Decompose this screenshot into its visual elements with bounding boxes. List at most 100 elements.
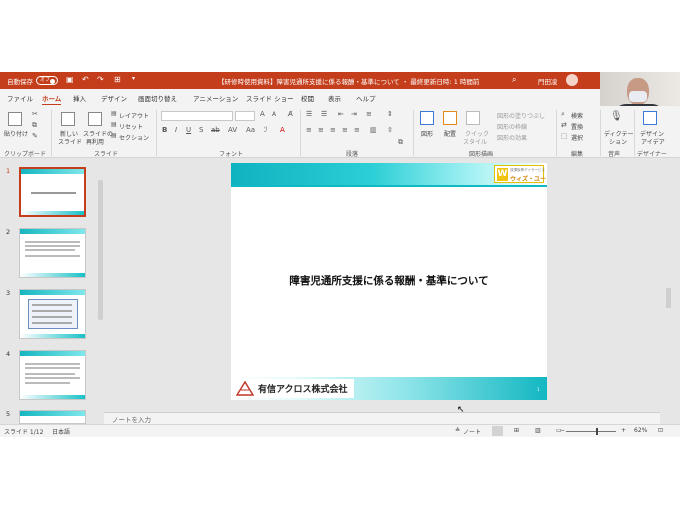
strikethrough-icon[interactable]: ab (211, 126, 220, 134)
increase-indent-icon[interactable]: ⇥ (351, 110, 357, 118)
slide-thumbnail-5[interactable] (19, 410, 86, 424)
decrease-indent-icon[interactable]: ⇤ (338, 110, 344, 118)
tab-file[interactable]: ファイル (7, 93, 33, 103)
autosave-toggle[interactable]: オフ (36, 76, 58, 85)
font-color-icon[interactable]: A (280, 126, 285, 134)
slide-thumbnail-3[interactable] (19, 289, 86, 339)
spacing-icon[interactable]: AV (228, 126, 237, 134)
copy-icon[interactable]: ⧉ (32, 121, 37, 130)
reset-icon[interactable]: ▤ (111, 121, 117, 128)
font-name-combo[interactable] (161, 111, 233, 121)
design-ideas-label-2[interactable]: アイデア (641, 137, 665, 146)
zoom-slider[interactable] (566, 431, 616, 432)
select-button[interactable]: 選択 (571, 133, 583, 142)
highlight-icon[interactable]: ℐ (264, 126, 267, 134)
tab-slideshow[interactable]: スライド ショー (246, 93, 294, 103)
italic-icon[interactable]: I (175, 126, 177, 134)
replace-button[interactable]: 置換 (571, 122, 583, 131)
reuse-slides-label-2[interactable]: 再利用 (86, 137, 104, 146)
bold-icon[interactable]: B (162, 126, 167, 134)
slide-canvas[interactable]: W 放課後等デイサービス ウィズ・ユー 障害児通所支援に係る報酬・基準について … (231, 163, 547, 400)
paste-icon[interactable] (8, 112, 22, 126)
language-indicator[interactable]: 日本語 (52, 427, 70, 436)
section-button[interactable]: セクション (119, 133, 149, 142)
redo-icon[interactable]: ↷ (97, 75, 104, 84)
slide-title[interactable]: 障害児通所支援に係る報酬・基準について (231, 273, 547, 288)
layout-button[interactable]: レイアウト (119, 111, 149, 120)
customize-icon[interactable]: ▾ (132, 75, 135, 82)
slide-thumbnail-4[interactable] (19, 350, 86, 400)
align-text-icon[interactable]: ⇳ (387, 126, 393, 134)
line-spacing-icon[interactable]: ≡ (366, 110, 372, 118)
tab-view[interactable]: 表示 (328, 93, 341, 103)
editor-scrollbar[interactable] (665, 158, 672, 412)
microphone-icon[interactable]: 🎙 (610, 111, 623, 122)
bullets-icon[interactable]: ☰ (306, 110, 312, 118)
dictation-label-2[interactable]: ション (609, 137, 627, 146)
reuse-slides-icon[interactable] (88, 112, 102, 126)
clear-format-icon[interactable]: A̸ (288, 110, 293, 118)
zoom-level[interactable]: 62% (634, 427, 647, 434)
layout-icon[interactable]: ▤ (111, 110, 117, 117)
align-right-icon[interactable]: ≡ (330, 126, 336, 134)
search-icon[interactable]: ⌕ (512, 75, 516, 85)
slide-thumbnail-1[interactable] (19, 167, 86, 217)
quick-style-icon[interactable] (466, 111, 480, 125)
normal-view-icon[interactable] (492, 426, 503, 436)
smartart-icon[interactable]: ⧉ (398, 138, 403, 147)
new-slide-label-2[interactable]: スライド (58, 137, 82, 146)
find-icon[interactable]: ⌕ (561, 110, 565, 119)
reading-view-icon[interactable]: ▥ (535, 427, 541, 434)
format-painter-icon[interactable]: ✎ (32, 132, 38, 140)
arrange-button[interactable]: 配置 (444, 129, 456, 138)
zoom-slider-thumb[interactable] (596, 428, 598, 435)
thumbnail-scrollbar[interactable] (97, 158, 104, 424)
undo-icon[interactable]: ↶ (82, 75, 89, 84)
shape-outline-button[interactable]: 図形の枠線 (497, 122, 527, 131)
distribute-icon[interactable]: ≡ (354, 126, 360, 134)
select-icon[interactable]: ⬚ (561, 132, 568, 140)
notes-pane[interactable]: ノートを入力 (104, 412, 660, 424)
replace-icon[interactable]: ⇄ (561, 121, 567, 129)
shape-icon[interactable] (420, 111, 434, 125)
section-icon[interactable]: ▤ (111, 132, 117, 139)
notes-placeholder[interactable]: ノートを入力 (112, 414, 151, 424)
shadow-icon[interactable]: S (199, 126, 203, 134)
shape-effect-button[interactable]: 図形の効果 (497, 133, 527, 142)
shape-button[interactable]: 図形 (421, 129, 433, 138)
slide-sorter-icon[interactable]: ⊞ (514, 427, 519, 434)
columns-icon[interactable]: ▥ (370, 126, 377, 134)
change-case-icon[interactable]: Aa (246, 126, 255, 134)
tab-home[interactable]: ホーム (42, 93, 62, 105)
underline-icon[interactable]: U (186, 126, 191, 134)
avatar[interactable] (566, 74, 578, 86)
shape-fill-button[interactable]: 図形の塗りつぶし (497, 111, 545, 120)
arrange-icon[interactable] (443, 111, 457, 125)
shrink-font-icon[interactable]: A (272, 111, 276, 118)
numbering-icon[interactable]: ☰ (321, 110, 327, 118)
cut-icon[interactable]: ✂ (32, 110, 38, 118)
justify-icon[interactable]: ≡ (342, 126, 348, 134)
tab-design[interactable]: デザイン (101, 93, 127, 103)
zoom-out-icon[interactable]: − (560, 427, 565, 434)
align-left-icon[interactable]: ≡ (306, 126, 312, 134)
notes-icon[interactable]: ≙ (455, 427, 460, 434)
fit-slide-icon[interactable]: ⊡ (658, 427, 663, 434)
quick-style-label-2[interactable]: スタイル (463, 137, 487, 146)
paste-button[interactable]: 貼り付け (4, 129, 28, 138)
notes-toggle-button[interactable]: ノート (463, 427, 481, 436)
tab-animations[interactable]: アニメーション (193, 93, 238, 103)
tab-review[interactable]: 校閲 (301, 93, 314, 103)
save-icon[interactable]: ▣ (66, 75, 74, 84)
tab-insert[interactable]: 挿入 (73, 93, 86, 103)
design-ideas-icon[interactable] (643, 111, 657, 125)
reset-button[interactable]: リセット (119, 122, 143, 131)
tab-transitions[interactable]: 画面切り替え (138, 93, 177, 103)
grow-font-icon[interactable]: A (260, 110, 265, 118)
align-center-icon[interactable]: ≡ (318, 126, 324, 134)
present-icon[interactable]: ⊞ (114, 75, 121, 84)
tab-help[interactable]: ヘルプ (356, 93, 376, 103)
slide-thumbnail-2[interactable] (19, 228, 86, 278)
new-slide-icon[interactable] (61, 112, 75, 126)
font-size-combo[interactable] (235, 111, 255, 121)
